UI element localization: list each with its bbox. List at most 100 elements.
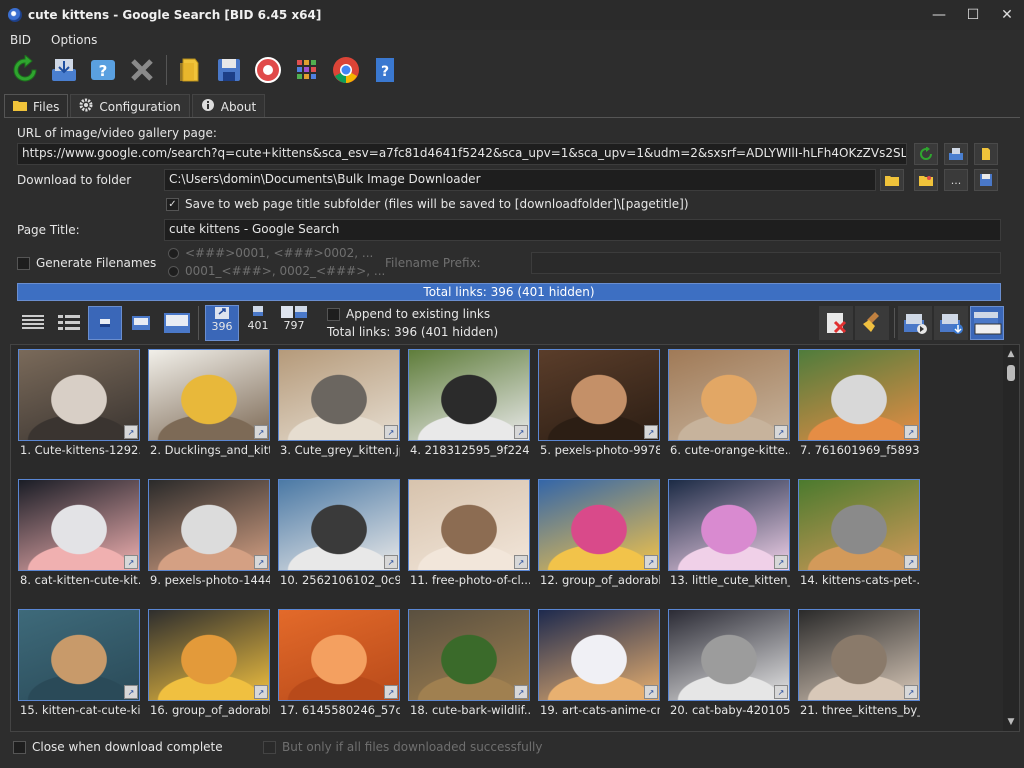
thumbnail-image[interactable]: ↗ [798, 609, 920, 701]
thumbnail-item[interactable]: ↗ 9. pexels-photo-1444... [148, 479, 270, 601]
tab-about[interactable]: About [191, 94, 266, 118]
thumbnail-image[interactable]: ↗ [408, 609, 530, 701]
external-link-icon[interactable]: ↗ [124, 555, 138, 569]
download-selected-icon[interactable] [934, 306, 968, 340]
delete-icon[interactable] [819, 306, 853, 340]
thumbnail-image[interactable]: ↗ [538, 479, 660, 571]
thumbnail-item[interactable]: ↗ 18. cute-bark-wildlif... [408, 609, 530, 731]
filter-links-401[interactable]: 401 [241, 305, 275, 341]
external-link-icon[interactable]: ↗ [774, 425, 788, 439]
filename-prefix-input[interactable] [531, 252, 1001, 274]
queue-icon[interactable] [898, 306, 932, 340]
browse-folder-icon-button[interactable] [914, 169, 938, 191]
external-link-icon[interactable]: ↗ [644, 425, 658, 439]
thumbnail-image[interactable]: ↗ [148, 349, 270, 441]
append-checkbox[interactable]: Append to existing links [327, 307, 490, 321]
thumbnail-item[interactable]: ↗ 4. 218312595_9f22407... [408, 349, 530, 471]
only-if-success-checkbox[interactable]: But only if all files downloaded success… [263, 740, 542, 754]
subfolder-checkbox[interactable]: ✓ Save to web page title subfolder (file… [166, 197, 689, 211]
external-link-icon[interactable]: ↗ [644, 555, 658, 569]
url-input[interactable]: https://www.google.com/search?q=cute+kit… [17, 143, 907, 165]
vertical-scrollbar[interactable]: ▲ ▼ [1003, 345, 1019, 731]
thumbnail-item[interactable]: ↗ 5. pexels-photo-9978... [538, 349, 660, 471]
external-link-icon[interactable]: ↗ [774, 555, 788, 569]
open-url-folder-button[interactable] [974, 143, 998, 165]
thumbnail-item[interactable]: ↗ 8. cat-kitten-cute-kit... [18, 479, 140, 601]
close-when-done-checkbox[interactable]: Close when download complete [13, 740, 223, 754]
scroll-down-icon[interactable]: ▼ [1003, 715, 1019, 729]
external-link-icon[interactable]: ↗ [774, 685, 788, 699]
external-link-icon[interactable]: ↗ [904, 425, 918, 439]
radio-prefix-option[interactable]: 0001_<###>, 0002_<###>, ... [168, 264, 385, 278]
thumbnail-item[interactable]: ↗ 16. group_of_adorabl... [148, 609, 270, 731]
filter-links-797[interactable]: 797 [277, 305, 311, 341]
external-link-icon[interactable]: ↗ [384, 425, 398, 439]
title-bar[interactable]: cute kittens - Google Search [BID 6.45 x… [0, 0, 1024, 30]
folder-input[interactable]: C:\Users\domin\Documents\Bulk Image Down… [164, 169, 876, 191]
external-link-icon[interactable]: ↗ [254, 555, 268, 569]
external-link-icon[interactable]: ↗ [644, 685, 658, 699]
thumbnail-image[interactable]: ↗ [668, 609, 790, 701]
thumbnail-image[interactable]: ↗ [18, 609, 140, 701]
thumbnail-image[interactable]: ↗ [668, 349, 790, 441]
external-link-icon[interactable]: ↗ [124, 685, 138, 699]
external-link-icon[interactable]: ↗ [904, 555, 918, 569]
thumbnail-item[interactable]: ↗ 2. Ducklings_and_kitt... [148, 349, 270, 471]
download-url-button[interactable] [944, 143, 968, 165]
tab-configuration[interactable]: Configuration [70, 94, 190, 118]
thumb-medium-icon[interactable] [124, 306, 158, 340]
external-link-icon[interactable]: ↗ [254, 425, 268, 439]
view-list-icon[interactable] [52, 306, 86, 340]
open-folder-button[interactable] [880, 169, 904, 191]
thumbnail-image[interactable]: ↗ [18, 479, 140, 571]
thumbnail-image[interactable]: ↗ [148, 609, 270, 701]
thumbnail-item[interactable]: ↗ 21. three_kittens_by_... [798, 609, 920, 731]
external-link-icon[interactable]: ↗ [384, 685, 398, 699]
save-folder-button[interactable] [974, 169, 998, 191]
scroll-up-icon[interactable]: ▲ [1003, 347, 1019, 361]
refresh-icon[interactable] [8, 53, 42, 87]
thumbnail-image[interactable]: ↗ [408, 349, 530, 441]
thumbnail-item[interactable]: ↗ 19. art-cats-anime-cr... [538, 609, 660, 731]
scroll-thumb[interactable] [1007, 365, 1015, 381]
aperture-icon[interactable] [251, 53, 285, 87]
folder-icon[interactable] [173, 53, 207, 87]
thumbnail-item[interactable]: ↗ 11. free-photo-of-cl... [408, 479, 530, 601]
thumbnail-item[interactable]: ↗ 12. group_of_adorabl... [538, 479, 660, 601]
clean-icon[interactable] [855, 306, 889, 340]
external-link-icon[interactable]: ↗ [384, 555, 398, 569]
close-button[interactable]: ✕ [990, 0, 1024, 30]
minimize-button[interactable]: — [922, 0, 956, 30]
thumb-small-icon[interactable] [88, 306, 122, 340]
thumbnail-image[interactable]: ↗ [798, 479, 920, 571]
external-link-icon[interactable]: ↗ [514, 555, 528, 569]
view-details-icon[interactable] [16, 306, 50, 340]
thumbnail-image[interactable]: ↗ [18, 349, 140, 441]
external-link-icon[interactable]: ↗ [904, 685, 918, 699]
save-icon[interactable] [212, 53, 246, 87]
refresh-url-button[interactable] [914, 143, 938, 165]
thumbnail-item[interactable]: ↗ 20. cat-baby-420105... [668, 609, 790, 731]
thumbnail-image[interactable]: ↗ [668, 479, 790, 571]
download-icon[interactable] [47, 53, 81, 87]
page-title-input[interactable]: cute kittens - Google Search [164, 219, 1001, 241]
generate-filenames-checkbox[interactable]: Generate Filenames [17, 256, 156, 270]
thumbnail-image[interactable]: ↗ [538, 349, 660, 441]
external-link-icon[interactable]: ↗ [514, 425, 528, 439]
menu-options[interactable]: Options [41, 33, 107, 47]
manual-icon[interactable]: ? [368, 53, 402, 87]
maximize-button[interactable]: ☐ [956, 0, 990, 30]
rename-icon[interactable] [970, 306, 1004, 340]
thumbnail-item[interactable]: ↗ 15. kitten-cat-cute-ki... [18, 609, 140, 731]
thumbnail-item[interactable]: ↗ 13. little_cute_kitten_... [668, 479, 790, 601]
grid-dots-icon[interactable] [290, 53, 324, 87]
menu-bid[interactable]: BID [0, 33, 41, 47]
tab-files[interactable]: Files [4, 94, 69, 118]
thumbnail-image[interactable]: ↗ [538, 609, 660, 701]
thumbnail-item[interactable]: ↗ 7. 761601969_f589358... [798, 349, 920, 471]
thumbnail-image[interactable]: ↗ [148, 479, 270, 571]
thumbnail-item[interactable]: ↗ 10. 2562106102_0c96... [278, 479, 400, 601]
thumbnail-item[interactable]: ↗ 17. 6145580246_57c2... [278, 609, 400, 731]
thumbnail-image[interactable]: ↗ [408, 479, 530, 571]
thumbnail-image[interactable]: ↗ [278, 609, 400, 701]
